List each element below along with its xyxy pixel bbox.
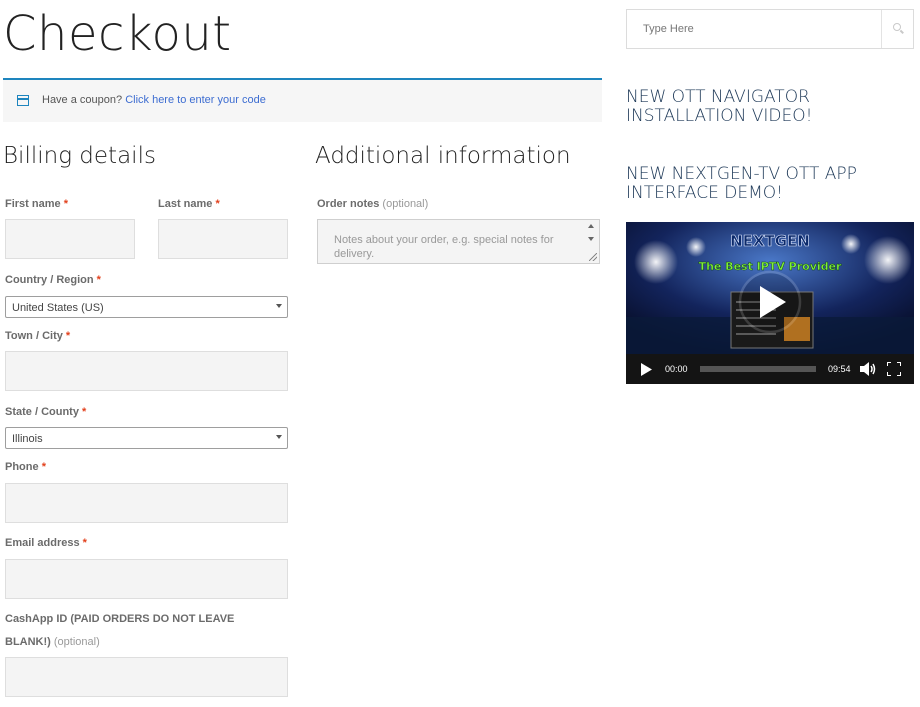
first-name-field[interactable] bbox=[5, 219, 135, 259]
cashapp-label-line2: BLANK!) (optional) bbox=[5, 636, 100, 648]
cashapp-field[interactable] bbox=[5, 657, 288, 697]
coupon-text: Have a coupon? Click here to enter your … bbox=[42, 94, 266, 106]
required-mark: * bbox=[82, 406, 87, 418]
video-progress-bar[interactable] bbox=[700, 366, 816, 372]
country-label: Country / Region * bbox=[5, 274, 101, 286]
video-thumbnail: NEXTGEN The Best IPTV Provider bbox=[626, 222, 914, 354]
first-name-label: First name * bbox=[5, 198, 68, 210]
city-field[interactable] bbox=[5, 351, 288, 391]
state-label: State / County * bbox=[5, 406, 86, 418]
email-field[interactable] bbox=[5, 559, 288, 599]
optional-text: (optional) bbox=[382, 198, 429, 210]
state-label-text: State / County bbox=[5, 406, 79, 418]
coupon-notice: Have a coupon? Click here to enter your … bbox=[3, 78, 602, 122]
phone-label: Phone * bbox=[5, 461, 46, 473]
additional-heading: Additional information bbox=[315, 143, 571, 169]
phone-field[interactable] bbox=[5, 483, 288, 523]
chevron-down-icon bbox=[276, 435, 282, 439]
resize-handle-icon[interactable] bbox=[589, 253, 597, 261]
cashapp-label-text: BLANK!) bbox=[5, 636, 51, 648]
order-notes-placeholder: Notes about your order, e.g. special not… bbox=[334, 234, 554, 260]
video-player[interactable]: NEXTGEN The Best IPTV Provider 00:00 09:… bbox=[626, 222, 914, 384]
order-notes-label-text: Order notes bbox=[317, 198, 380, 210]
city-label: Town / City * bbox=[5, 330, 70, 342]
required-mark: * bbox=[41, 461, 46, 473]
sidebar-link-ott-navigator[interactable]: NEW OTT NAVIGATOR INSTALLATION VIDEO! bbox=[626, 88, 866, 126]
cashapp-label-line1: CashApp ID (PAID ORDERS DO NOT LEAVE bbox=[5, 613, 235, 625]
fullscreen-icon[interactable] bbox=[887, 362, 901, 376]
scroll-down-icon[interactable] bbox=[588, 237, 594, 241]
search-button[interactable] bbox=[881, 10, 913, 48]
state-value: Illinois bbox=[12, 433, 43, 445]
calendar-icon bbox=[17, 95, 29, 106]
volume-icon[interactable] bbox=[860, 362, 876, 376]
search-input[interactable] bbox=[627, 10, 883, 48]
order-notes-label: Order notes (optional) bbox=[317, 198, 428, 210]
scroll-up-icon[interactable] bbox=[588, 224, 594, 228]
video-controls: 00:00 09:54 bbox=[626, 354, 914, 384]
play-icon[interactable] bbox=[641, 363, 652, 376]
last-name-field[interactable] bbox=[158, 219, 288, 259]
required-mark: * bbox=[96, 274, 101, 286]
country-select[interactable]: United States (US) bbox=[5, 296, 288, 318]
order-notes-textarea[interactable]: Notes about your order, e.g. special not… bbox=[317, 219, 600, 264]
video-duration: 09:54 bbox=[828, 364, 851, 374]
search-icon-handle bbox=[900, 29, 904, 34]
country-value: United States (US) bbox=[12, 302, 104, 314]
city-label-text: Town / City bbox=[5, 330, 63, 342]
video-brand: NEXTGEN bbox=[730, 232, 810, 250]
required-mark: * bbox=[65, 330, 71, 342]
coupon-question: Have a coupon? bbox=[42, 94, 123, 106]
country-label-text: Country / Region bbox=[5, 274, 94, 286]
page-title: Checkout bbox=[3, 6, 232, 62]
state-select[interactable]: Illinois bbox=[5, 427, 288, 449]
last-name-label-text: Last name bbox=[158, 198, 213, 210]
required-mark: * bbox=[63, 198, 68, 210]
billing-heading: Billing details bbox=[3, 143, 156, 169]
first-name-label-text: First name bbox=[5, 198, 61, 210]
required-mark: * bbox=[82, 537, 87, 549]
phone-label-text: Phone bbox=[5, 461, 39, 473]
last-name-label: Last name * bbox=[158, 198, 220, 210]
email-label: Email address * bbox=[5, 537, 87, 549]
sidebar-link-nextgen-demo[interactable]: NEW NEXTGEN-TV OTT APP INTERFACE DEMO! bbox=[626, 165, 886, 203]
chevron-down-icon bbox=[276, 304, 282, 308]
coupon-link[interactable]: Click here to enter your code bbox=[125, 94, 266, 106]
required-mark: * bbox=[215, 198, 220, 210]
optional-text: (optional) bbox=[53, 636, 100, 648]
video-current-time: 00:00 bbox=[665, 364, 688, 374]
search-box bbox=[626, 9, 914, 49]
email-label-text: Email address bbox=[5, 537, 80, 549]
